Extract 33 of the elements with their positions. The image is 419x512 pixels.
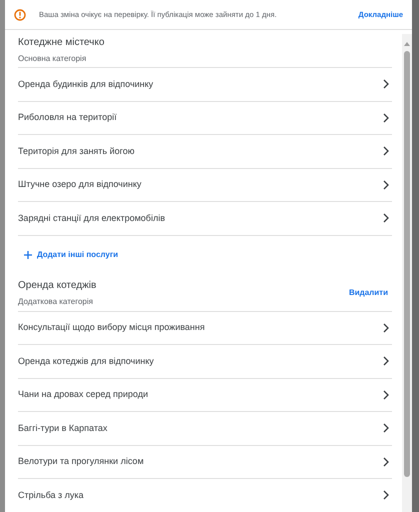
service-row[interactable]: Оренда котеджів для відпочинку	[18, 345, 392, 378]
chevron-right-icon	[383, 490, 389, 500]
chevron-right-icon	[383, 213, 389, 224]
service-row[interactable]: Стрільба з лука	[18, 479, 392, 512]
chevron-right-icon	[383, 112, 389, 123]
chevron-right-icon	[383, 423, 389, 434]
chevron-right-icon	[383, 79, 389, 90]
service-row[interactable]: Оренда будинків для відпочинку	[18, 68, 392, 102]
chevron-right-icon	[383, 146, 389, 156]
service-row[interactable]: Велотури та прогулянки лісом	[18, 446, 392, 479]
category-title: Оренда котеджів	[18, 278, 96, 292]
scroll-thumb[interactable]	[404, 51, 410, 477]
service-row[interactable]: Баггі-тури в Карпатах	[18, 412, 392, 446]
service-row[interactable]: Чани на дровах серед природи	[18, 378, 392, 412]
service-row[interactable]: Зарядні станції для електромобілів	[18, 202, 392, 236]
service-row[interactable]: Штучне озеро для відпочинку	[18, 168, 392, 202]
plus-icon	[24, 251, 32, 259]
service-row[interactable]: Риболовля на території	[18, 102, 392, 135]
service-row[interactable]: Консультації щодо вибору місця проживання	[18, 312, 392, 345]
add-services-link[interactable]: Додати інші послуги	[24, 249, 118, 261]
chevron-right-icon	[383, 322, 389, 333]
category-subtitle: Додаткова категорія	[18, 296, 94, 308]
chevron-right-icon	[383, 180, 389, 190]
chevron-right-icon	[383, 390, 389, 400]
service-row[interactable]: Територія для занять йогою	[18, 135, 392, 168]
category-title: Котеджне містечко	[18, 36, 104, 50]
remove-button[interactable]: Видалити	[348, 286, 388, 298]
warning-icon	[14, 8, 26, 20]
chevron-right-icon	[383, 456, 389, 467]
category-subtitle: Основна категорія	[18, 52, 88, 64]
scrollbar[interactable]	[402, 34, 412, 512]
chevron-right-icon	[383, 356, 389, 366]
scroll-up-icon[interactable]	[404, 42, 410, 46]
